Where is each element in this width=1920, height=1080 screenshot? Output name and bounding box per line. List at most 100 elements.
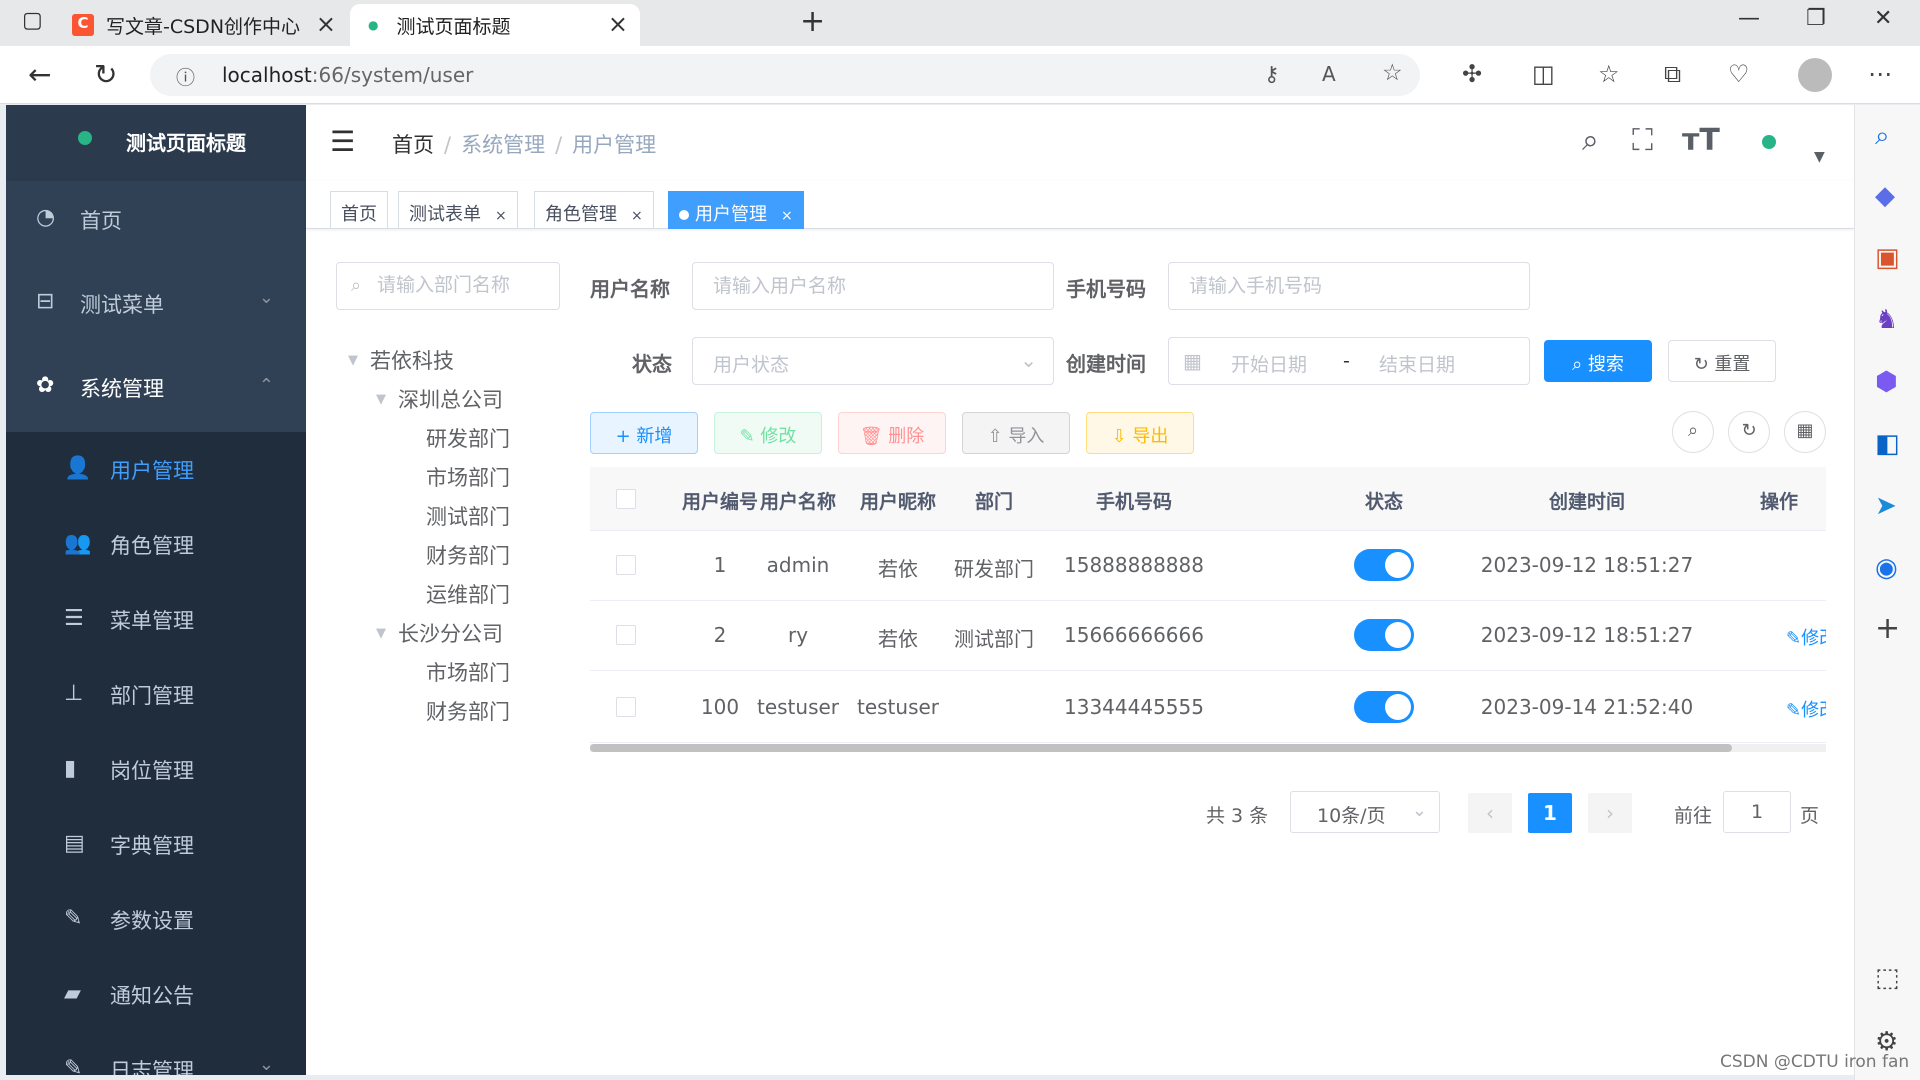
- url-box[interactable]: ⓘ localhost:66/system/user ⚷ A ☆: [150, 54, 1420, 96]
- delete-button[interactable]: 🗑 删除: [838, 412, 946, 454]
- scrollbar-thumb[interactable]: [590, 744, 1732, 752]
- sidebar-item-dept[interactable]: ⊥ 部门管理: [6, 657, 306, 732]
- dept-search-field[interactable]: [377, 271, 553, 301]
- tag-role[interactable]: 角色管理 ×: [534, 191, 654, 229]
- tree-node[interactable]: 若依科技: [370, 345, 454, 375]
- table-scrollbar[interactable]: [590, 744, 1826, 752]
- caret-down-icon[interactable]: ▼: [376, 392, 386, 407]
- key-icon[interactable]: ⚷: [1264, 62, 1279, 86]
- next-page-button[interactable]: ›: [1588, 793, 1632, 833]
- caret-down-icon[interactable]: ▼: [376, 626, 386, 641]
- url-text[interactable]: localhost:66/system/user: [222, 63, 473, 87]
- username-field[interactable]: [713, 272, 1001, 302]
- row-checkbox[interactable]: [616, 697, 636, 717]
- start-date-placeholder[interactable]: 开始日期: [1231, 350, 1307, 377]
- add-button[interactable]: + 新增: [590, 412, 698, 454]
- username-input[interactable]: [692, 262, 1054, 310]
- sidebar-item-notice[interactable]: ▰ 通知公告: [6, 957, 306, 1032]
- row-edit-link[interactable]: ✎修改: [1786, 624, 1826, 650]
- read-aloud-icon[interactable]: A: [1322, 62, 1336, 86]
- new-tab-icon[interactable]: +: [800, 4, 825, 39]
- office-icon[interactable]: ⬢: [1875, 367, 1898, 397]
- search-icon[interactable]: ⌕: [1875, 121, 1890, 152]
- status-switch[interactable]: [1354, 549, 1414, 581]
- close-icon[interactable]: ×: [316, 10, 336, 38]
- sidebar-item-dict[interactable]: ▤ 字典管理: [6, 807, 306, 882]
- hamburger-icon[interactable]: ☰: [330, 125, 355, 158]
- tree-node[interactable]: 市场部门: [426, 657, 510, 687]
- sidebar-item-log[interactable]: ✎ 日志管理 ⌄: [6, 1032, 306, 1075]
- tree-node[interactable]: 财务部门: [426, 696, 510, 726]
- status-switch[interactable]: [1354, 619, 1414, 651]
- toggle-search-button[interactable]: ⌕: [1672, 411, 1714, 453]
- collections-icon[interactable]: ⧉: [1664, 60, 1681, 88]
- sidebar-item-config[interactable]: ✎ 参数设置: [6, 882, 306, 957]
- prev-page-button[interactable]: ‹: [1468, 793, 1512, 833]
- tree-node[interactable]: 财务部门: [426, 540, 510, 570]
- status-switch[interactable]: [1354, 691, 1414, 723]
- sidebar-item-home[interactable]: ◔ 首页: [6, 181, 306, 256]
- row-checkbox[interactable]: [616, 555, 636, 575]
- columns-button[interactable]: ▦: [1784, 411, 1826, 453]
- avatar[interactable]: [1762, 135, 1776, 149]
- sidebar-item-role[interactable]: 👥 角色管理: [6, 507, 306, 582]
- favorites-icon[interactable]: ☆: [1598, 60, 1620, 88]
- tree-node[interactable]: 测试部门: [426, 501, 510, 531]
- add-icon[interactable]: +: [1875, 611, 1900, 646]
- export-button[interactable]: ⇩ 导出: [1086, 412, 1194, 454]
- tree-node[interactable]: 研发部门: [426, 423, 510, 453]
- row-edit-link[interactable]: ✎修改: [1786, 696, 1826, 722]
- select-all-checkbox[interactable]: [616, 489, 636, 509]
- font-size-icon[interactable]: ᴛT: [1682, 123, 1720, 158]
- tag-test-form[interactable]: 测试表单 ×: [398, 191, 518, 229]
- more-menu-icon[interactable]: ⋯: [1868, 60, 1892, 88]
- tag-close-icon[interactable]: ×: [631, 208, 643, 224]
- caret-down-icon[interactable]: ▼: [1814, 149, 1825, 165]
- sidebar-item-post[interactable]: ▮ 岗位管理: [6, 732, 306, 807]
- screenshot-icon[interactable]: ⬚: [1875, 963, 1900, 993]
- tag-icon[interactable]: ◆: [1875, 181, 1895, 211]
- tree-node[interactable]: 运维部门: [426, 579, 510, 609]
- tag-user[interactable]: 用户管理 ×: [668, 191, 804, 229]
- date-range-picker[interactable]: ▦ 开始日期 - 结束日期: [1168, 337, 1530, 385]
- edit-button[interactable]: ✎ 修改: [714, 412, 822, 454]
- table-row[interactable]: 100 testuser testuser 13344445555 2023-09-14…: [590, 673, 1826, 743]
- tree-node[interactable]: 市场部门: [426, 462, 510, 492]
- toolbox-icon[interactable]: ▣: [1875, 243, 1900, 273]
- page-size-select[interactable]: 10条/页 ⌄: [1290, 791, 1440, 833]
- search-button[interactable]: ⌕ 搜索: [1544, 340, 1652, 382]
- import-button[interactable]: ⇧ 导入: [962, 412, 1070, 454]
- favorite-star-icon[interactable]: ☆: [1382, 60, 1403, 86]
- phone-input[interactable]: [1168, 262, 1530, 310]
- tab-actions-icon[interactable]: ▢: [22, 8, 43, 33]
- dept-search-input[interactable]: ⌕: [336, 262, 560, 310]
- outlook-icon[interactable]: ◧: [1875, 429, 1900, 459]
- table-row[interactable]: 1 admin 若依 研发部门 15888888888 2023-09-12 18:51:…: [590, 531, 1826, 601]
- reset-button[interactable]: ↻ 重置: [1668, 340, 1776, 382]
- send-icon[interactable]: ➤: [1875, 491, 1897, 521]
- goto-page-input[interactable]: 1: [1723, 791, 1791, 833]
- fullscreen-icon[interactable]: ⛶: [1632, 123, 1653, 158]
- refresh-icon[interactable]: ↻: [94, 58, 117, 91]
- row-checkbox[interactable]: [616, 625, 636, 645]
- tag-home[interactable]: 首页: [330, 191, 388, 229]
- games-icon[interactable]: ♞: [1875, 305, 1898, 335]
- minimize-icon[interactable]: —: [1738, 6, 1760, 31]
- tree-node[interactable]: 长沙分公司: [398, 618, 503, 648]
- split-screen-icon[interactable]: ◫: [1532, 60, 1555, 88]
- page-button-current[interactable]: 1: [1528, 793, 1572, 833]
- sidebar-item-test-menu[interactable]: ⊟ 测试菜单 ⌄: [6, 265, 306, 340]
- tree-node[interactable]: 深圳总公司: [398, 384, 503, 414]
- edge-icon[interactable]: ◉: [1875, 553, 1898, 583]
- table-row[interactable]: 2 ry 若依 测试部门 15666666666 2023-09-12 18:51:27 ✎…: [590, 601, 1826, 671]
- profile-avatar[interactable]: [1798, 58, 1832, 92]
- health-icon[interactable]: ♡: [1728, 60, 1750, 88]
- browser-tab-csdn[interactable]: C 写文章-CSDN创作中心 ×: [62, 4, 348, 46]
- close-icon[interactable]: ×: [608, 10, 628, 38]
- breadcrumb-home[interactable]: 首页: [392, 133, 434, 157]
- restore-icon[interactable]: ❐: [1806, 6, 1826, 31]
- extensions-icon[interactable]: ✣: [1462, 60, 1482, 88]
- tag-close-icon[interactable]: ×: [495, 208, 507, 224]
- sidebar-item-menu[interactable]: ☰ 菜单管理: [6, 582, 306, 657]
- back-icon[interactable]: ←: [28, 58, 51, 91]
